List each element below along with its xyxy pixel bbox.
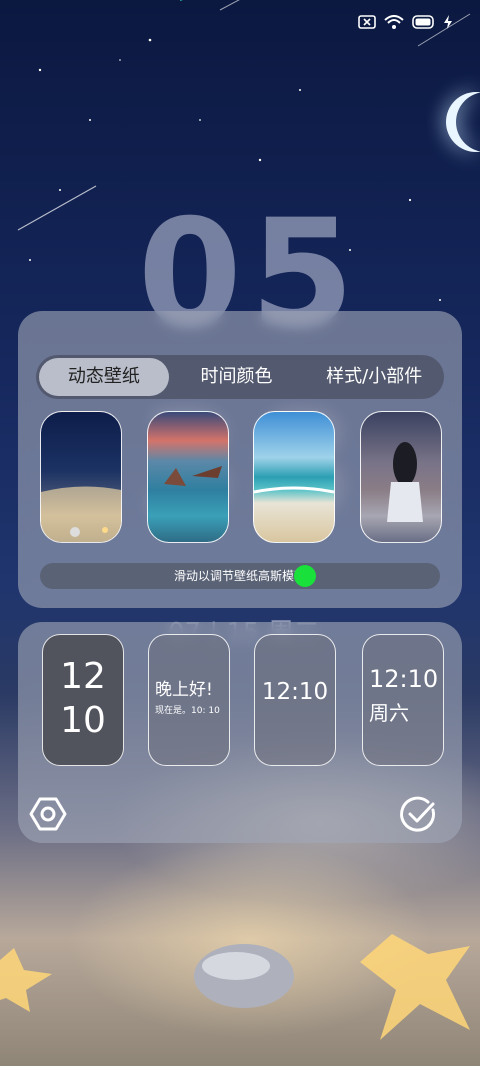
wifi-icon: [384, 15, 404, 29]
girl-street-wallpaper[interactable]: [360, 411, 442, 543]
girl-street-thumbnail-art: [387, 442, 423, 522]
charging-icon: [444, 15, 452, 29]
tab-style-widgets[interactable]: 样式/小部件: [304, 358, 444, 396]
widget-greeting-subtext: 现在是。10: 10: [155, 706, 220, 716]
widget-time-text: 12:10: [369, 665, 439, 693]
widget-minute-text: 10: [60, 700, 106, 741]
wallpaper-panel: 动态壁纸 时间颜色 样式/小部件 滑动以调节壁纸高斯模糊: [18, 311, 462, 608]
widget-stacked-clock[interactable]: 12 10: [42, 634, 124, 766]
widget-weekday-text: 周六: [369, 701, 409, 725]
widget-greeting[interactable]: 晚上好! 现在是。10: 10: [148, 634, 230, 766]
settings-hexagon-icon[interactable]: [28, 794, 68, 834]
night-beach-wallpaper[interactable]: [40, 411, 122, 543]
status-bar: [358, 10, 452, 34]
tab-live-wallpaper[interactable]: 动态壁纸: [39, 358, 169, 396]
widget-greeting-text: 晚上好!: [155, 680, 213, 700]
widget-panel: 12 10 晚上好! 现在是。10: 10 12:10 12:10 周六: [18, 622, 462, 843]
widget-hour-text: 12: [60, 656, 106, 697]
confirm-check-icon[interactable]: [398, 794, 438, 834]
night-beach-thumbnail-art: [41, 486, 121, 542]
widget-time-text: 12:10: [261, 679, 329, 705]
sunset-rocks-wallpaper[interactable]: [147, 411, 229, 543]
no-sim-icon: [358, 15, 376, 29]
sunny-beach-wallpaper[interactable]: [253, 411, 335, 543]
widget-digital-clock[interactable]: 12:10: [254, 634, 336, 766]
tab-bar: 动态壁纸 时间颜色 样式/小部件: [36, 355, 444, 399]
blur-slider[interactable]: 滑动以调节壁纸高斯模糊: [40, 563, 440, 589]
widget-clock-weekday[interactable]: 12:10 周六: [362, 634, 444, 766]
blur-slider-knob[interactable]: [294, 565, 316, 587]
tab-time-color[interactable]: 时间颜色: [172, 358, 302, 396]
sunset-rocks-thumbnail-art: [164, 466, 222, 486]
battery-icon: [412, 15, 436, 29]
sunny-beach-thumbnail-art: [254, 486, 334, 494]
